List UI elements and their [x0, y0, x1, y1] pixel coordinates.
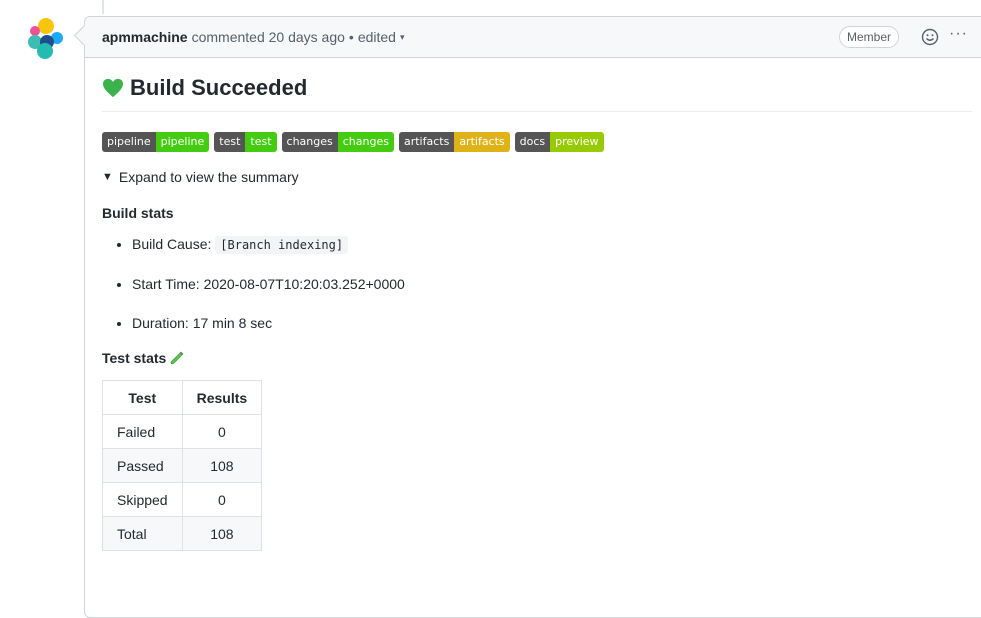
- list-item: Build Cause: [Branch indexing]: [132, 235, 974, 254]
- build-cause-code: [Branch indexing]: [215, 236, 349, 254]
- badge-docs[interactable]: docs preview: [514, 132, 604, 152]
- badge-left: changes: [281, 132, 338, 152]
- table-row: Passed 108: [102, 448, 263, 483]
- smiley-icon[interactable]: [921, 28, 939, 46]
- badge-changes[interactable]: changes changes: [281, 132, 394, 152]
- build-stats-list: Build Cause: [Branch indexing] Start Tim…: [102, 235, 974, 332]
- comment-action: commented 20 days ago: [191, 29, 345, 45]
- duration-label: Duration: 17 min 8 sec: [132, 315, 273, 331]
- badge-right: pipeline: [155, 132, 210, 152]
- table-row: Failed 0: [102, 414, 263, 449]
- triangle-down-icon: ▼: [102, 171, 113, 183]
- table-cell: 0: [181, 414, 263, 449]
- summary-toggle[interactable]: ▼ Expand to view the summary: [102, 169, 974, 185]
- build-stats-title: Build stats: [102, 205, 174, 221]
- test-stats-label: Test stats: [102, 350, 167, 366]
- member-badge: Member: [839, 26, 900, 48]
- badge-left: docs: [514, 132, 551, 152]
- table-header: Results: [181, 380, 263, 415]
- badge-left: pipeline: [102, 132, 156, 152]
- badge-artifacts[interactable]: artifacts artifacts: [398, 132, 510, 152]
- table-cell: Total: [102, 516, 183, 551]
- avatar[interactable]: [24, 17, 68, 61]
- build-cause-label: Build Cause:: [132, 236, 216, 252]
- list-item: Start Time: 2020-08-07T10:20:03.252+0000: [132, 275, 974, 293]
- test-tube-icon: [171, 351, 184, 365]
- chevron-down-icon: ▾: [399, 31, 405, 42]
- test-results-table: Test Results Failed 0 Passed 108 Skipped…: [102, 380, 263, 551]
- edited-dropdown[interactable]: edited ▾: [358, 29, 405, 45]
- badge-left: artifacts: [398, 132, 455, 152]
- heading-text: Build Succeeded: [130, 75, 308, 100]
- table-cell: Skipped: [102, 482, 183, 517]
- list-item: Duration: 17 min 8 sec: [132, 314, 974, 332]
- table-cell: 108: [181, 516, 263, 551]
- badge-right: changes: [337, 132, 394, 152]
- comment-box: apmmachine commented 20 days ago • edite…: [84, 16, 981, 618]
- separator: •: [348, 29, 354, 45]
- table-cell: 108: [181, 448, 263, 483]
- badge-test[interactable]: test test: [214, 132, 277, 152]
- table-cell: Failed: [102, 414, 183, 449]
- build-heading: Build Succeeded: [102, 73, 972, 112]
- table-row: Total 108: [102, 516, 263, 551]
- more-options-icon[interactable]: ···: [949, 25, 968, 43]
- comment-header: apmmachine commented 20 days ago • edite…: [85, 17, 981, 58]
- green-heart-icon: [103, 78, 123, 98]
- start-time-label: Start Time: 2020-08-07T10:20:03.252+0000: [132, 276, 405, 292]
- badge-pipeline[interactable]: pipeline pipeline: [102, 132, 210, 152]
- table-cell: 0: [181, 482, 263, 517]
- timeline-line: [102, 0, 104, 14]
- badge-right: preview: [550, 132, 604, 152]
- table-header: Test: [102, 380, 183, 415]
- badge-row: pipeline pipeline test test changes chan…: [102, 132, 974, 152]
- comment-body: Build Succeeded pipeline pipeline test t…: [102, 73, 974, 551]
- summary-toggle-label: Expand to view the summary: [118, 169, 299, 185]
- test-stats-title: Test stats: [102, 350, 974, 366]
- badge-left: test: [214, 132, 246, 152]
- badge-right: test: [245, 132, 277, 152]
- table-cell: Passed: [102, 448, 183, 483]
- badge-right: artifacts: [454, 132, 510, 152]
- edited-label: edited: [357, 29, 396, 45]
- table-row: Skipped 0: [102, 482, 263, 517]
- table-header-row: Test Results: [102, 380, 263, 415]
- author-link[interactable]: apmmachine: [102, 29, 188, 45]
